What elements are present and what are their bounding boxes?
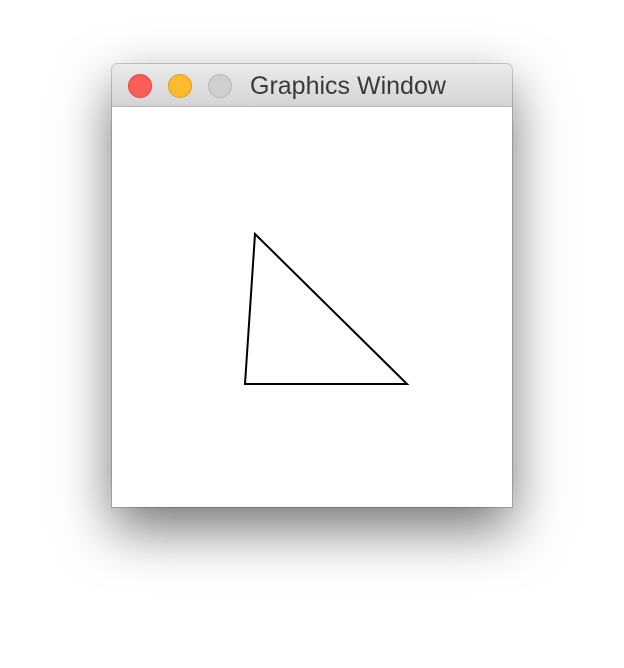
minimize-button[interactable] [168, 74, 192, 98]
title-bar[interactable]: Graphics Window [112, 64, 512, 107]
zoom-button[interactable] [208, 74, 232, 98]
window-title: Graphics Window [250, 72, 446, 100]
triangle-shape [243, 231, 410, 385]
close-button[interactable] [128, 74, 152, 98]
canvas-svg [243, 231, 410, 385]
drawing-canvas [112, 107, 512, 507]
graphics-window: Graphics Window [112, 64, 512, 507]
